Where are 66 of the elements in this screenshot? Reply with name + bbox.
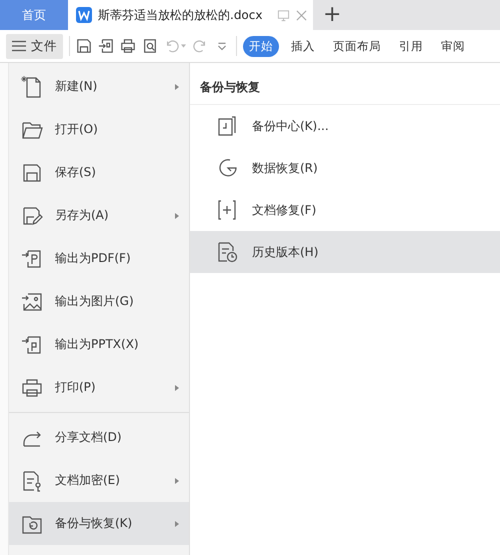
submenu-item[interactable]: 数据恢复(R) — [190, 147, 500, 189]
menu-item-label: 打印(P) — [55, 379, 97, 396]
menu-item-label: 备份与恢复(K) — [55, 515, 134, 532]
menu-item-label: 文档加密(E) — [55, 472, 121, 489]
menu-icon — [12, 40, 26, 52]
menu-item[interactable]: 另存为(A) — [9, 194, 189, 237]
ribbon-tab[interactable]: 开始 — [243, 36, 279, 56]
redo-icon[interactable] — [192, 38, 208, 54]
document-pencil-icon — [21, 204, 43, 226]
new-tab-button[interactable]: + — [323, 4, 342, 26]
ribbon-tab[interactable]: 引用 — [393, 36, 429, 56]
submenu-arrow-icon — [175, 84, 179, 90]
ribbon-tab[interactable]: 审阅 — [435, 36, 471, 56]
submenu-arrow-icon — [175, 520, 179, 526]
submenu-arrow-icon — [175, 384, 179, 390]
menu-item-label: 输出为PPTX(X) — [55, 336, 140, 353]
menu-item-label: 输出为图片(G) — [55, 293, 135, 310]
submenu-item-label: 备份中心(K)... — [252, 118, 329, 134]
submenu-item-label: 历史版本(H) — [252, 244, 318, 260]
menu-item[interactable]: 保存(S) — [9, 151, 189, 194]
print-preview-icon[interactable] — [142, 38, 158, 54]
monitor-icon[interactable] — [277, 8, 290, 22]
submenu-item[interactable]: 历史版本(H) — [190, 231, 500, 273]
backup-pages-icon — [216, 115, 238, 137]
menu-item[interactable]: 文档加密(E) — [9, 459, 189, 502]
new-document-icon — [21, 76, 43, 98]
menu-item[interactable]: 新建(N) — [9, 65, 189, 108]
submenu-title: 备份与恢复 — [190, 63, 500, 105]
ribbon-tab[interactable]: 页面布局 — [327, 36, 387, 56]
menu-item[interactable]: 备份与恢复(K) — [9, 502, 189, 545]
document-plus-icon — [216, 199, 238, 221]
menu-item[interactable]: 打印(P) — [9, 366, 189, 409]
document-app-icon — [76, 7, 92, 23]
file-menu-button[interactable]: 文件 — [6, 34, 63, 58]
export-icon[interactable] — [98, 38, 114, 54]
caret-icon[interactable] — [181, 44, 186, 48]
document-tab[interactable]: 斯蒂芬适当放松的放松的.docx — [68, 0, 313, 30]
image-export-icon — [21, 290, 43, 312]
menu-item[interactable]: 输出为PPTX(X) — [9, 323, 189, 366]
document-tab-title: 斯蒂芬适当放松的放松的.docx — [98, 6, 264, 24]
menu-item[interactable]: 输出为PDF(F) — [9, 237, 189, 280]
printer-icon[interactable] — [120, 38, 136, 54]
menu-item-label: 分享文档(D) — [55, 429, 123, 446]
submenu-arrow-icon — [175, 478, 179, 484]
menu-item-label: 另存为(A) — [55, 207, 110, 224]
submenu-item-label: 数据恢复(R) — [252, 160, 318, 176]
export-document-icon — [21, 248, 43, 270]
menu-item[interactable]: 输出为图片(G) — [9, 280, 189, 323]
document-clock-icon — [216, 241, 238, 263]
close-icon[interactable] — [296, 10, 307, 20]
menu-item-label: 保存(S) — [55, 164, 97, 181]
ribbon-tab[interactable]: 插入 — [285, 36, 321, 56]
submenu-arrow-icon — [175, 212, 179, 218]
menu-item-label: 打开(O) — [55, 121, 99, 138]
menu-item[interactable]: 分享文档(D) — [9, 416, 189, 459]
document-key-icon — [21, 470, 43, 492]
menu-item-label: 新建(N) — [55, 78, 98, 95]
menu-item[interactable]: 打开(O) — [9, 108, 189, 151]
save-icon[interactable] — [76, 38, 92, 54]
submenu-item-label: 文档修复(F) — [252, 202, 316, 218]
submenu-item[interactable]: 文档修复(F) — [190, 189, 500, 231]
undo-icon[interactable] — [164, 38, 180, 54]
printer-icon — [21, 376, 43, 398]
submenu-item[interactable]: 备份中心(K)... — [190, 105, 500, 147]
menu-item-label: 输出为PDF(F) — [55, 250, 132, 267]
export-slides-icon — [21, 334, 43, 356]
